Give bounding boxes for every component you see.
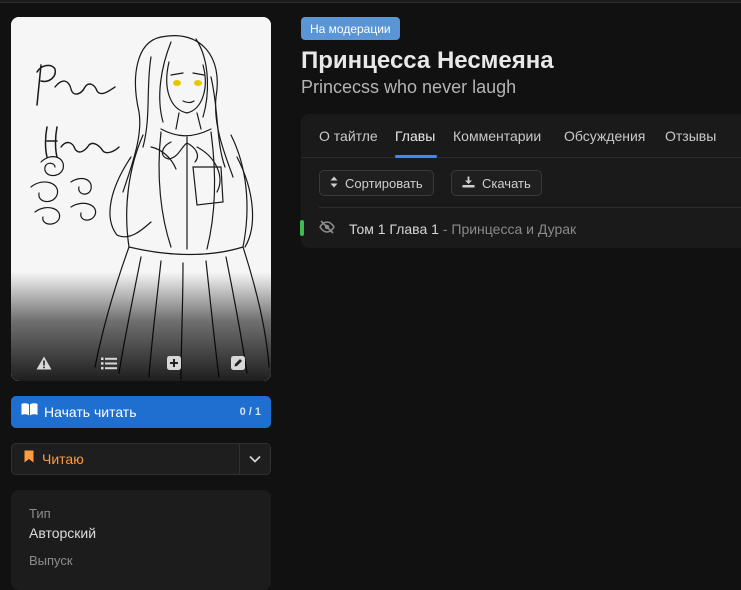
- tab-discussions[interactable]: Обсуждения: [564, 128, 645, 144]
- alt-title: Princecss who never laugh: [301, 77, 517, 97]
- book-open-icon: [21, 403, 38, 421]
- chapter-status-marker: [300, 220, 304, 236]
- start-reading-button[interactable]: Начать читать 0 / 1: [11, 396, 271, 428]
- tab-chapters[interactable]: Главы: [395, 128, 435, 144]
- sort-label: Сортировать: [345, 175, 423, 191]
- tab-reviews[interactable]: Отзывы: [665, 128, 716, 144]
- eye-off-icon[interactable]: [319, 220, 335, 239]
- chapter-row[interactable]: Том 1 Глава 1 - Принцесса и Дурак: [300, 218, 741, 239]
- top-bar: [0, 0, 741, 3]
- tab-bar: О тайтле Главы Комментарии Обсуждения От…: [301, 114, 741, 158]
- start-reading-label: Начать читать: [44, 404, 137, 420]
- tab-about[interactable]: О тайтле: [319, 128, 378, 144]
- warning-icon[interactable]: [34, 353, 54, 373]
- reading-status-dropdown[interactable]: [239, 444, 270, 474]
- moderation-badge: На модерации: [301, 17, 400, 40]
- cover-actions: [11, 351, 271, 375]
- chapter-name: Принцесса и Дурак: [451, 221, 577, 237]
- reading-status-button[interactable]: Читаю: [12, 444, 239, 474]
- active-tab-indicator: [395, 155, 437, 158]
- chapter-number: Том 1 Глава 1: [349, 221, 439, 237]
- sort-icon: [330, 176, 338, 191]
- page-title: Принцесса Несмеяна: [301, 47, 554, 74]
- pencil-icon[interactable]: [228, 353, 248, 373]
- download-icon: [462, 176, 475, 191]
- chevron-down-icon: [249, 450, 261, 468]
- chapter-title: Том 1 Глава 1 - Принцесса и Дурак: [349, 221, 576, 237]
- plus-square-icon[interactable]: [164, 353, 184, 373]
- toolbar-divider: [319, 207, 741, 208]
- type-label: Тип: [29, 506, 51, 521]
- bookmark-icon: [24, 450, 34, 468]
- title-info-card: Тип Авторский Выпуск: [11, 490, 271, 590]
- release-label: Выпуск: [29, 553, 73, 568]
- sort-button[interactable]: Сортировать: [319, 170, 434, 196]
- tab-comments[interactable]: Комментарии: [453, 128, 541, 144]
- type-value: Авторский: [29, 525, 97, 541]
- reading-status-label: Читаю: [42, 451, 84, 467]
- chapter-separator: -: [438, 221, 452, 237]
- cover-image[interactable]: [11, 17, 271, 381]
- chapter-progress-count: 0 / 1: [239, 406, 261, 418]
- list-icon[interactable]: [99, 353, 119, 373]
- chapters-panel: О тайтле Главы Комментарии Обсуждения От…: [300, 114, 741, 248]
- download-button[interactable]: Скачать: [451, 170, 542, 196]
- download-label: Скачать: [482, 175, 531, 191]
- reading-status-control: Читаю: [11, 443, 271, 475]
